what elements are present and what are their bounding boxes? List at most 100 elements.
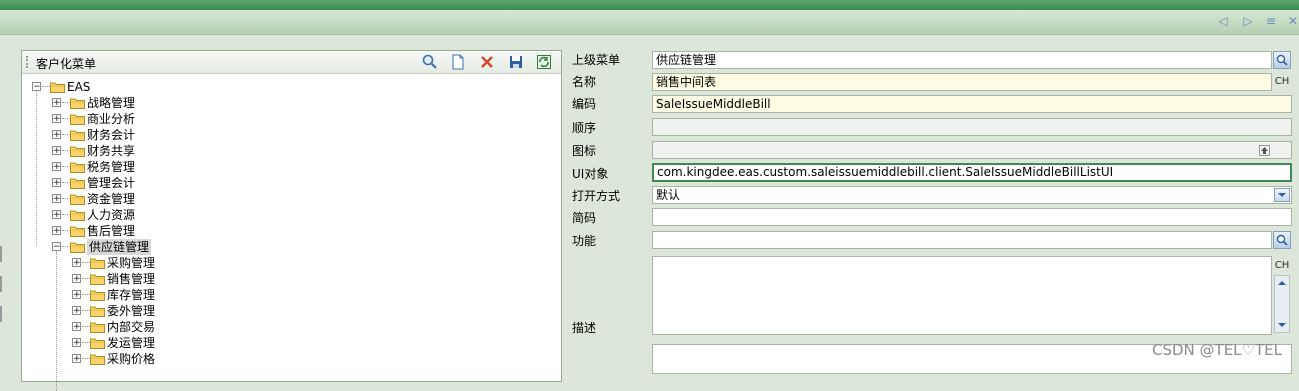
- grip-handle[interactable]: [26, 56, 30, 68]
- function-lookup-button[interactable]: [1273, 231, 1291, 249]
- folder-icon: [90, 322, 105, 333]
- tree-connector: [82, 278, 90, 279]
- close-icon[interactable]: ✕: [1286, 14, 1299, 28]
- tree-node-label: 售后管理: [87, 224, 136, 238]
- collapse-toggle[interactable]: −: [52, 242, 61, 252]
- expand-toggle[interactable]: +: [52, 162, 61, 172]
- mnemonic-field[interactable]: [652, 208, 1292, 226]
- folder-icon: [70, 130, 85, 141]
- folder-icon: [90, 354, 105, 365]
- folder-icon: [90, 338, 105, 349]
- name-field[interactable]: 销售中间表: [652, 73, 1272, 91]
- expand-toggle[interactable]: +: [72, 354, 81, 364]
- tree-connector: [62, 118, 70, 119]
- name-language-button[interactable]: CH: [1273, 74, 1291, 90]
- folder-icon: [70, 242, 85, 253]
- expand-toggle[interactable]: +: [52, 178, 61, 188]
- tree-node-label: 战略管理: [87, 96, 136, 110]
- folder-icon: [50, 82, 65, 93]
- label-parent-menu: 上级菜单: [572, 53, 621, 67]
- parent-menu-lookup-button[interactable]: [1273, 51, 1291, 69]
- tree-connector: [42, 86, 50, 87]
- tree-connector: [62, 246, 70, 247]
- splitter-handle[interactable]: [0, 246, 2, 262]
- tree-connector: [62, 230, 70, 231]
- delete-icon[interactable]: [479, 54, 495, 70]
- folder-icon: [70, 162, 85, 173]
- folder-icon: [70, 98, 85, 109]
- window-toolstrip: ◁ ▷ ≡ ✕: [0, 10, 1299, 35]
- expand-toggle[interactable]: +: [52, 98, 61, 108]
- expand-toggle[interactable]: +: [72, 322, 81, 332]
- tree-connector: [62, 198, 70, 199]
- label-description: 描述: [572, 321, 597, 335]
- tree-connector: [82, 326, 90, 327]
- watermark: CSDN @TEL♡TEL: [1152, 341, 1282, 359]
- description-textarea[interactable]: [652, 256, 1272, 335]
- scroll-up-icon[interactable]: [1275, 277, 1289, 289]
- ui-object-field[interactable]: com.kingdee.eas.custom.saleissuemiddlebi…: [652, 163, 1292, 182]
- tree-node-label: 采购管理: [107, 256, 156, 270]
- upload-icon: [1261, 147, 1268, 154]
- icon-field: [652, 141, 1292, 159]
- new-document-icon[interactable]: [450, 54, 466, 70]
- save-icon[interactable]: [508, 54, 524, 70]
- tree-node-label: EAS: [67, 80, 91, 94]
- open-mode-select[interactable]: 默认: [652, 186, 1292, 204]
- expand-toggle[interactable]: +: [72, 258, 81, 268]
- tree-node-label: 供应链管理: [87, 239, 152, 255]
- tree-node-label: 人力资源: [87, 208, 136, 222]
- tree-node-label: 采购价格: [107, 352, 156, 366]
- code-field[interactable]: SaleIssueMiddleBill: [652, 95, 1292, 113]
- expand-toggle[interactable]: +: [52, 194, 61, 204]
- description-language-button[interactable]: CH: [1273, 258, 1291, 274]
- expand-toggle[interactable]: +: [72, 274, 81, 284]
- tree-connector: [62, 214, 70, 215]
- custom-menu-panel: 客户化菜单 − EAS + 战略管理 + 商业分析 + 财务会计 + 财务共享 + 税务管理 + 管理会计…: [21, 50, 562, 391]
- search-icon[interactable]: [422, 54, 438, 70]
- tree-connector: [82, 294, 90, 295]
- folder-icon: [70, 210, 85, 221]
- tree-connector: [62, 102, 70, 103]
- expand-toggle[interactable]: +: [72, 290, 81, 300]
- arrow-left-icon[interactable]: ◁: [1216, 14, 1230, 28]
- folder-icon: [90, 290, 105, 301]
- search-icon: [1276, 54, 1288, 66]
- tree-connector: [62, 166, 70, 167]
- folder-icon: [90, 258, 105, 269]
- refresh-icon[interactable]: [536, 54, 552, 70]
- expand-toggle[interactable]: +: [52, 146, 61, 156]
- function-field[interactable]: [652, 231, 1272, 249]
- parent-menu-field[interactable]: 供应链管理: [652, 51, 1272, 69]
- expand-toggle[interactable]: +: [52, 130, 61, 140]
- icon-picker-button[interactable]: [1259, 145, 1270, 156]
- folder-icon: [90, 274, 105, 285]
- open-mode-dropdown-button[interactable]: [1274, 188, 1290, 202]
- tree-connector: [36, 91, 37, 246]
- expand-toggle[interactable]: +: [52, 210, 61, 220]
- expand-toggle[interactable]: +: [52, 226, 61, 236]
- tree-node-label: 税务管理: [87, 160, 136, 174]
- scroll-down-icon[interactable]: [1275, 319, 1289, 331]
- splitter-handle[interactable]: [0, 276, 2, 292]
- list-icon[interactable]: ≡: [1264, 14, 1278, 28]
- label-open-mode: 打开方式: [572, 189, 621, 203]
- tree-node-label: 管理会计: [87, 176, 136, 190]
- folder-icon: [70, 178, 85, 189]
- title-bar: [0, 0, 1299, 10]
- tree-connector: [56, 251, 57, 391]
- tree-node-label: 内部交易: [107, 320, 156, 334]
- tree-node-label: 库存管理: [107, 288, 156, 302]
- arrow-right-icon[interactable]: ▷: [1241, 14, 1255, 28]
- panel-header: 客户化菜单: [22, 51, 561, 74]
- tree-node-label: 资金管理: [87, 192, 136, 206]
- label-name: 名称: [572, 75, 597, 89]
- folder-icon: [70, 194, 85, 205]
- expand-toggle[interactable]: +: [72, 306, 81, 316]
- description-scrollbar[interactable]: [1274, 275, 1290, 333]
- collapse-toggle[interactable]: −: [32, 82, 41, 92]
- expand-toggle[interactable]: +: [72, 338, 81, 348]
- splitter-handle[interactable]: [0, 306, 2, 322]
- tree-connector: [62, 182, 70, 183]
- expand-toggle[interactable]: +: [52, 114, 61, 124]
